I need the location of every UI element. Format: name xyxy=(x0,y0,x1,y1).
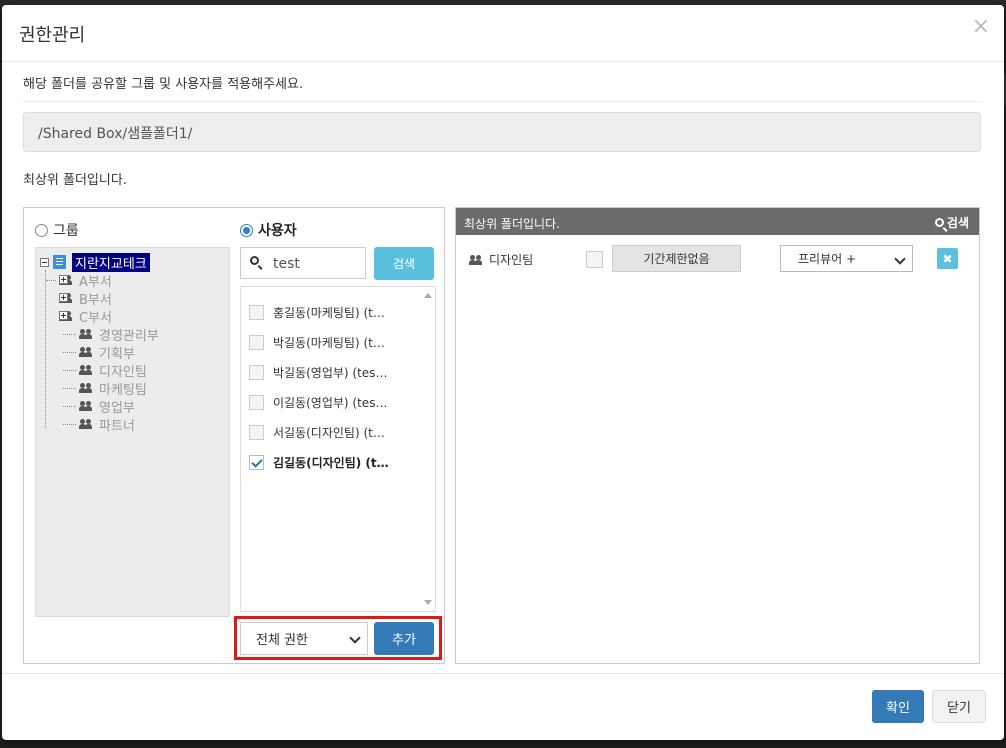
table-row: 디자인팀 기간제한없음 프리뷰어 + ✖ xyxy=(456,244,979,274)
folder-path-text: /Shared Box/샘플폴더1/ xyxy=(38,126,193,142)
people-icon xyxy=(79,347,93,357)
modal-header: 권한관리 × xyxy=(2,5,1004,62)
list-item[interactable]: 김길동(디자인팀) (t… xyxy=(249,452,389,472)
tree-node[interactable]: 기획부 xyxy=(79,343,135,362)
user-search-button[interactable]: 검색 xyxy=(374,247,434,280)
search-icon xyxy=(250,256,259,265)
confirm-button[interactable]: 확인 xyxy=(872,690,924,723)
expand-icon[interactable] xyxy=(59,293,68,302)
expand-icon[interactable] xyxy=(59,275,68,284)
highlight-box xyxy=(234,616,442,660)
permission-modal: 권한관리 × 해당 폴더를 공유할 그룹 및 사용자를 적용해주세요. /Sha… xyxy=(2,5,1004,740)
org-tree: 지란지교테크 A부서 B부서 C부서 경영관리부 기획부 디자인팀 마케팅팀 영… xyxy=(35,247,230,617)
remove-icon[interactable]: ✖ xyxy=(937,248,958,269)
tree-node[interactable]: 경영관리부 xyxy=(79,325,159,344)
period-checkbox[interactable] xyxy=(586,251,603,268)
user-label: 서길동(디자인팀) (t… xyxy=(273,425,385,440)
close-icon[interactable]: × xyxy=(972,16,990,38)
user-label: 이길동(영업부) (tes… xyxy=(273,395,388,410)
tree-node[interactable]: 디자인팀 xyxy=(79,361,147,380)
user-checkbox[interactable] xyxy=(249,334,264,350)
top-folder-label: 최상위 폴더입니다. xyxy=(23,173,127,188)
tree-connector xyxy=(45,270,46,428)
tree-node-label[interactable]: 디자인팀 xyxy=(99,361,147,380)
list-item[interactable]: 서길동(디자인팀) (t… xyxy=(249,422,385,442)
radio-group-label: 그룹 xyxy=(53,223,79,239)
tree-node[interactable]: 영업부 xyxy=(79,397,135,416)
user-checkbox[interactable] xyxy=(249,364,264,380)
assignee-permission-select[interactable]: 프리뷰어 + xyxy=(780,245,913,272)
user-checkbox-checked[interactable] xyxy=(249,454,264,470)
tree-node[interactable]: 파트너 xyxy=(79,415,135,434)
assigned-panel-title: 최상위 폴더입니다. xyxy=(464,217,560,231)
list-item[interactable]: 박길동(마케팅팀) (t… xyxy=(249,332,385,352)
tree-node-root[interactable]: 지란지교테크 xyxy=(40,252,150,272)
user-search-input[interactable] xyxy=(271,254,365,274)
close-button[interactable]: 닫기 xyxy=(932,690,986,723)
assigned-panel-header: 최상위 폴더입니다. 검색 xyxy=(456,208,979,235)
assigned-panel: 최상위 폴더입니다. 검색 디자인팀 기간제한없음 프리뷰어 + ✖ xyxy=(455,207,980,664)
collapse-icon[interactable] xyxy=(40,257,49,267)
people-icon xyxy=(79,329,93,339)
tree-connector xyxy=(63,406,76,407)
footer-divider xyxy=(2,673,1004,674)
assignee-name: 디자인팀 xyxy=(469,251,533,268)
tree-connector xyxy=(63,370,76,371)
tree-connector xyxy=(63,352,76,353)
people-icon xyxy=(79,365,93,375)
divider xyxy=(23,101,981,102)
selection-panel: 그룹 사용자 지란지교테크 A부서 B부서 C부서 경영관리부 기획부 디자인팀… xyxy=(23,207,445,664)
assigned-search-button[interactable]: 검색 xyxy=(934,214,969,231)
building-icon xyxy=(53,255,66,269)
tree-node-label[interactable]: 파트너 xyxy=(99,415,135,434)
expand-icon[interactable] xyxy=(59,311,68,320)
people-icon xyxy=(79,401,93,411)
user-label: 박길동(마케팅팀) (t… xyxy=(273,335,385,350)
scroll-up-icon[interactable] xyxy=(424,293,432,298)
tree-node-label[interactable]: 경영관리부 xyxy=(99,325,159,344)
user-checkbox[interactable] xyxy=(249,424,264,440)
user-label: 홍길동(마케팅팀) (t… xyxy=(273,305,385,320)
list-item[interactable]: 박길동(영업부) (tes… xyxy=(249,362,387,382)
tree-connector xyxy=(63,388,76,389)
user-list[interactable]: 홍길동(마케팅팀) (t… 박길동(마케팅팀) (t… 박길동(영업부) (te… xyxy=(240,286,436,612)
search-icon xyxy=(934,218,944,227)
tree-node[interactable]: 마케팅팀 xyxy=(79,379,147,398)
tree-node-label[interactable]: 기획부 xyxy=(99,343,135,362)
list-item[interactable]: 홍길동(마케팅팀) (t… xyxy=(249,302,385,322)
period-button[interactable]: 기간제한없음 xyxy=(612,245,741,272)
assigned-search-label: 검색 xyxy=(946,216,969,230)
user-checkbox[interactable] xyxy=(249,394,264,410)
people-icon xyxy=(469,254,483,265)
radio-user[interactable]: 사용자 xyxy=(240,220,297,240)
tree-node-label[interactable]: 지란지교테크 xyxy=(72,252,150,272)
user-search-field[interactable] xyxy=(240,247,366,279)
user-label: 박길동(영업부) (tes… xyxy=(273,365,388,380)
people-icon xyxy=(79,383,93,393)
modal-title: 권한관리 xyxy=(19,25,86,46)
assignee-label: 디자인팀 xyxy=(489,253,534,267)
list-item[interactable]: 이길동(영업부) (tes… xyxy=(249,392,387,412)
tree-connector xyxy=(46,280,56,281)
chevron-down-icon xyxy=(894,253,906,265)
user-checkbox[interactable] xyxy=(249,304,264,320)
tree-node-label[interactable]: B부서 xyxy=(79,289,112,308)
scroll-down-icon[interactable] xyxy=(424,600,432,605)
radio-group[interactable]: 그룹 xyxy=(35,220,79,240)
radio-circle-user[interactable] xyxy=(240,223,253,237)
assignee-permission-value: 프리뷰어 + xyxy=(798,252,857,266)
tree-node-label[interactable]: 영업부 xyxy=(99,397,135,416)
radio-user-label: 사용자 xyxy=(258,223,297,239)
modal-description: 해당 폴더를 공유할 그룹 및 사용자를 적용해주세요. xyxy=(23,77,304,92)
tree-node-label[interactable]: 마케팅팀 xyxy=(99,379,147,398)
user-label: 김길동(디자인팀) (t… xyxy=(273,455,389,470)
tree-connector xyxy=(63,424,76,425)
people-icon xyxy=(79,419,93,429)
radio-circle-group[interactable] xyxy=(35,223,48,237)
tree-node-label[interactable]: A부서 xyxy=(79,271,112,290)
folder-path-field: /Shared Box/샘플폴더1/ xyxy=(23,112,981,152)
tree-connector xyxy=(63,334,76,335)
tree-node-label[interactable]: C부서 xyxy=(79,307,112,326)
